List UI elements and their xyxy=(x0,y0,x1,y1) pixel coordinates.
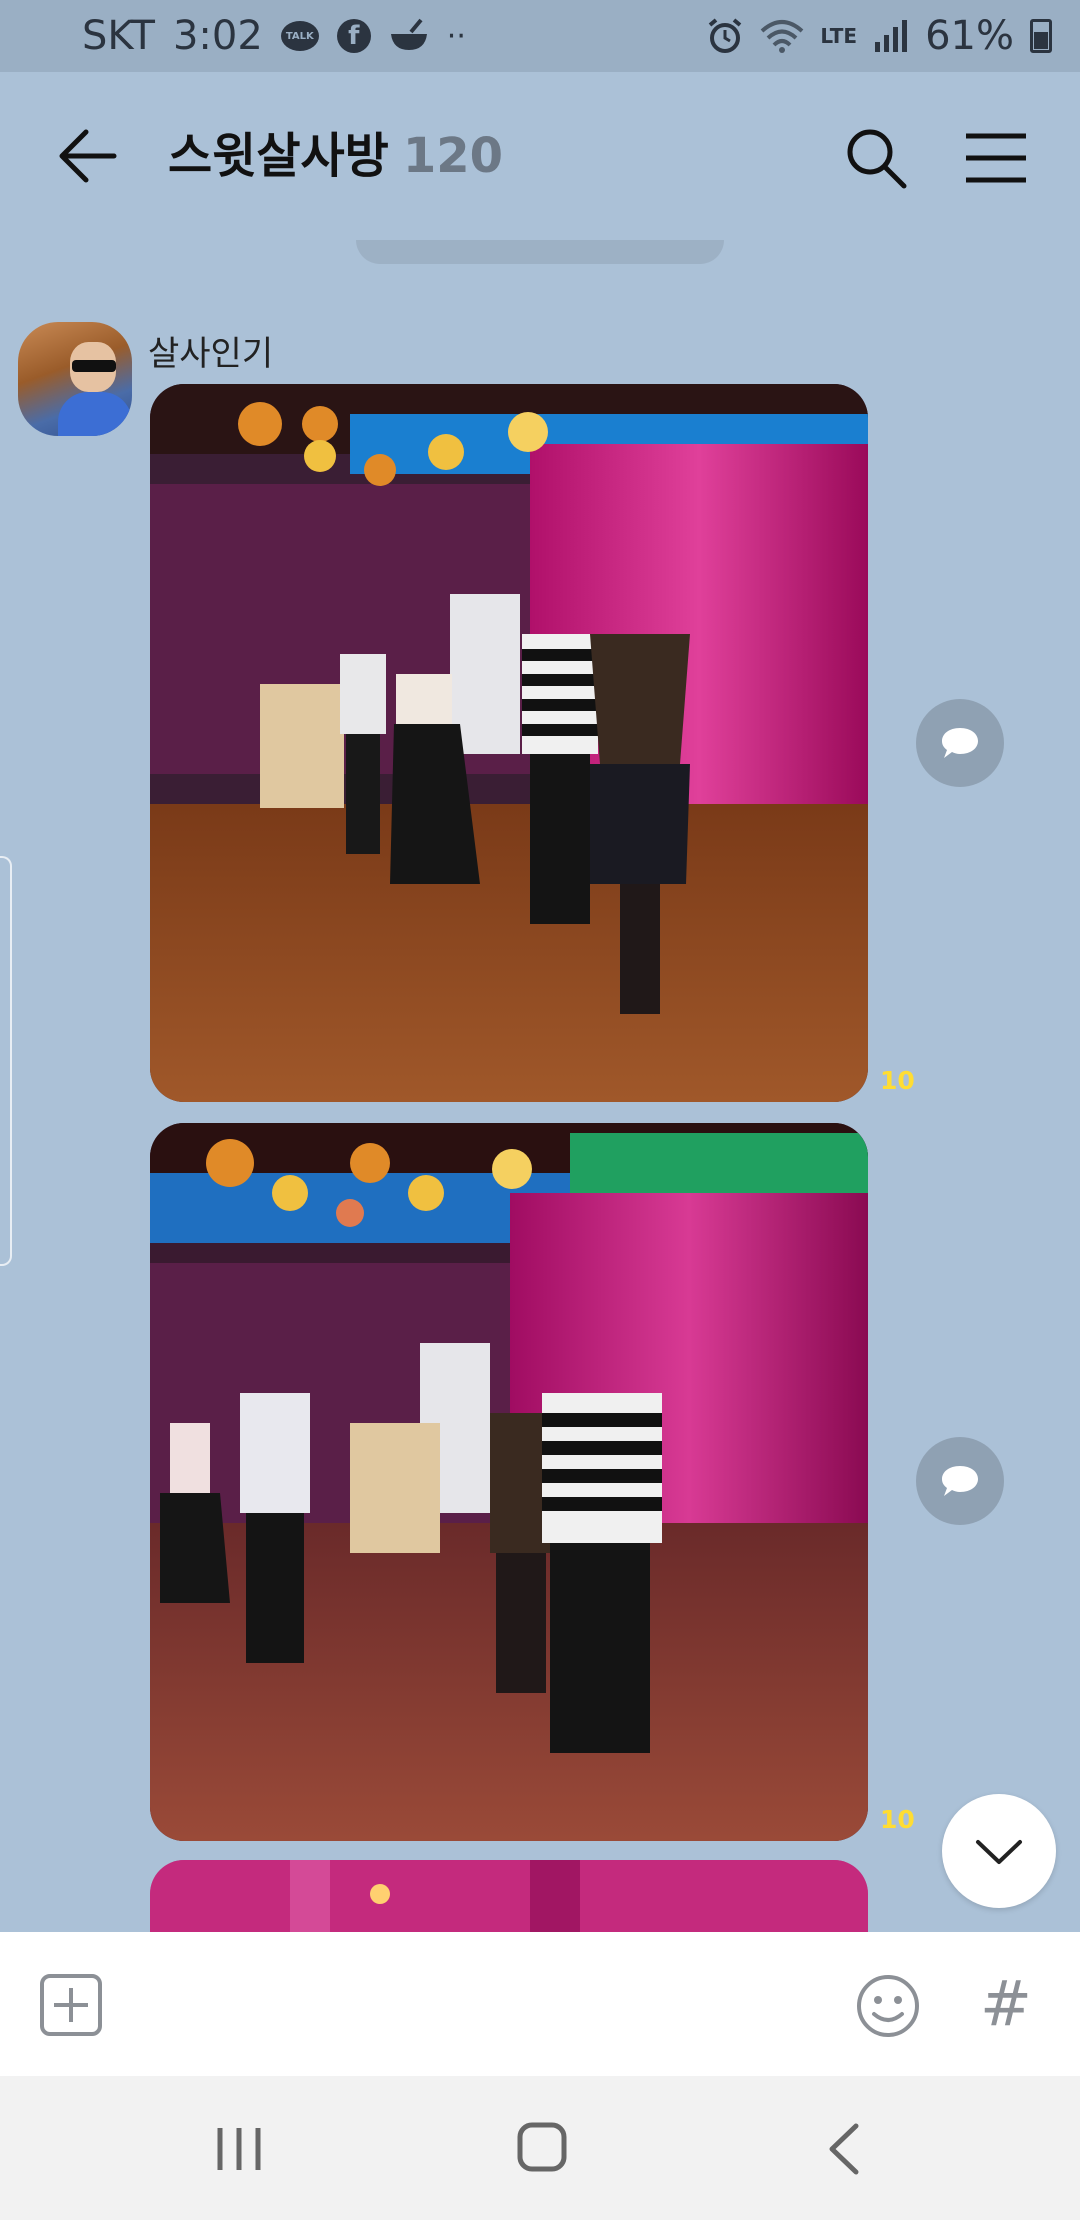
unread-count: 10 xyxy=(880,1066,915,1095)
attach-button[interactable] xyxy=(38,1972,104,2038)
chat-room-name: 스윗살사방 xyxy=(168,128,389,184)
status-bar-left: SKT 3:02 TALK f ·· xyxy=(82,0,466,72)
home-button[interactable] xyxy=(516,2120,568,2174)
top-scroll-indicator xyxy=(356,240,724,264)
edge-panel-handle[interactable] xyxy=(0,856,12,1266)
speech-bubble-icon xyxy=(942,728,978,758)
status-bar-right: LTE 61% xyxy=(706,0,1052,72)
system-back-button[interactable] xyxy=(826,2122,862,2176)
message-input-bar: # xyxy=(0,1932,1080,2076)
alarm-icon xyxy=(709,18,742,53)
dance-photo-2 xyxy=(150,1123,868,1841)
search-button[interactable] xyxy=(842,124,910,192)
back-button[interactable] xyxy=(52,124,122,188)
dance-photo-1 xyxy=(150,384,868,1102)
clock: 3:02 xyxy=(172,13,263,59)
speech-bubble-icon xyxy=(942,1466,978,1496)
more-notifications-icon: ·· xyxy=(446,18,466,54)
photo-message[interactable] xyxy=(150,384,868,1102)
avatar-glasses xyxy=(72,360,116,372)
status-bar: SKT 3:02 TALK f ·· LTE 61% xyxy=(0,0,1080,72)
menu-button[interactable] xyxy=(962,126,1030,190)
sender-avatar[interactable] xyxy=(18,322,132,436)
chat-title: 스윗살사방 120 xyxy=(168,124,503,188)
bowl-notification-icon xyxy=(390,18,427,50)
member-count: 120 xyxy=(402,128,504,184)
avatar-shirt xyxy=(58,392,132,436)
chevron-down-icon xyxy=(976,1840,1022,1864)
battery-percent: 61% xyxy=(925,13,1014,59)
facebook-notification-icon: f xyxy=(336,19,371,53)
system-navigation-bar xyxy=(0,2076,1080,2220)
facebook-label: f xyxy=(348,21,360,51)
battery-icon xyxy=(1030,19,1052,53)
hashtag-button[interactable]: # xyxy=(980,1970,1032,2038)
wifi-icon xyxy=(761,20,804,53)
share-button[interactable] xyxy=(916,699,1004,787)
emoji-button[interactable] xyxy=(854,1972,922,2040)
photo-message[interactable] xyxy=(150,1123,868,1841)
scroll-to-bottom-button[interactable] xyxy=(942,1794,1056,1908)
network-type-label: LTE xyxy=(820,24,858,48)
signal-icon xyxy=(875,20,908,52)
kakaotalk-notification-icon: TALK xyxy=(280,21,319,51)
chat-header: 스윗살사방 120 xyxy=(0,72,1080,240)
share-button[interactable] xyxy=(916,1437,1004,1525)
unread-count: 10 xyxy=(880,1805,915,1834)
sender-name: 살사인기 xyxy=(148,334,274,374)
recent-apps-button[interactable] xyxy=(214,2122,264,2176)
carrier-label: SKT xyxy=(82,13,155,59)
talk-label: TALK xyxy=(285,30,314,42)
